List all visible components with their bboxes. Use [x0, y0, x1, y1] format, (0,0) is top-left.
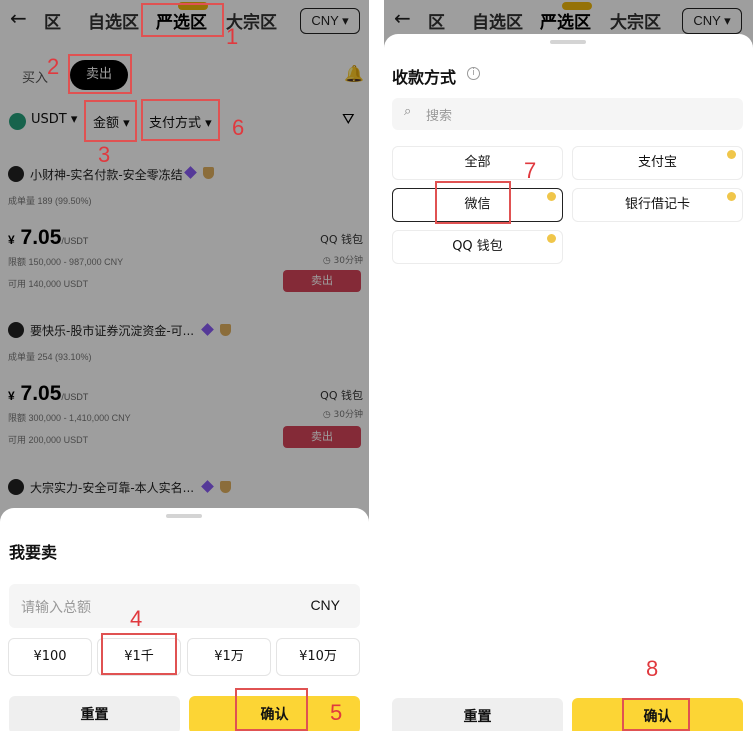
payment-option-bank-card[interactable]: 银行借记卡	[572, 188, 743, 222]
payment-option-alipay[interactable]: 支付宝	[572, 146, 743, 180]
annotation-box	[435, 181, 511, 224]
annotation-box	[141, 99, 220, 141]
annotation-number: 7	[524, 158, 537, 183]
sell-amount-screen: ← 区 自选区 严选区 大宗区 CNY ▾ 买入 卖出 🔔 USDT ▾ 金额 …	[0, 0, 369, 731]
sheet-handle[interactable]	[550, 40, 586, 44]
annotation-box	[622, 698, 690, 731]
payment-option-label: 支付宝	[637, 155, 677, 170]
annotation-number: 1	[226, 24, 239, 49]
coin-icon	[727, 192, 736, 201]
sheet-handle[interactable]	[166, 514, 202, 518]
annotation-number: 3	[98, 142, 111, 167]
amount-placeholder: 请输入总额	[21, 600, 91, 616]
coin-icon	[727, 150, 736, 159]
amount-input[interactable]: 请输入总额 CNY	[9, 584, 360, 628]
annotation-box	[235, 688, 308, 731]
annotation-number: 5	[330, 700, 343, 725]
panel-divider	[369, 0, 384, 731]
annotation-box	[101, 633, 177, 675]
annotation-box	[68, 54, 132, 94]
reset-button[interactable]: 重置	[9, 696, 180, 731]
annotation-number: 8	[646, 656, 659, 681]
payment-option-label: 银行借记卡	[624, 197, 690, 212]
payment-method-screen: ← 区 自选区 严选区 大宗区 CNY ▾ 收款方式 i ⌕ 搜索 全部 支付宝…	[384, 0, 753, 731]
annotation-box	[84, 100, 137, 142]
annotation-number: 2	[47, 54, 60, 79]
search-input[interactable]: ⌕ 搜索	[392, 98, 743, 130]
payment-option-qq-wallet[interactable]: QQ 钱包	[392, 230, 563, 264]
annotation-number: 4	[130, 606, 143, 631]
quick-amount-100k[interactable]: ¥10万	[276, 638, 360, 676]
coin-icon	[547, 192, 556, 201]
reset-button[interactable]: 重置	[392, 698, 563, 731]
coin-icon	[547, 234, 556, 243]
quick-amount-100[interactable]: ¥100	[8, 638, 92, 676]
sheet-title: 我要卖	[9, 543, 58, 562]
payment-method-sheet	[384, 34, 753, 731]
info-icon[interactable]: i	[467, 67, 480, 80]
annotation-number: 6	[232, 115, 245, 140]
search-icon: ⌕	[404, 104, 412, 119]
payment-option-all[interactable]: 全部	[392, 146, 563, 180]
payment-option-label: QQ 钱包	[452, 239, 503, 254]
search-placeholder: 搜索	[426, 109, 453, 124]
sheet-title: 收款方式	[392, 68, 457, 87]
amount-currency: CNY	[310, 597, 340, 613]
annotation-box	[141, 3, 224, 37]
quick-amount-10k[interactable]: ¥1万	[187, 638, 271, 676]
